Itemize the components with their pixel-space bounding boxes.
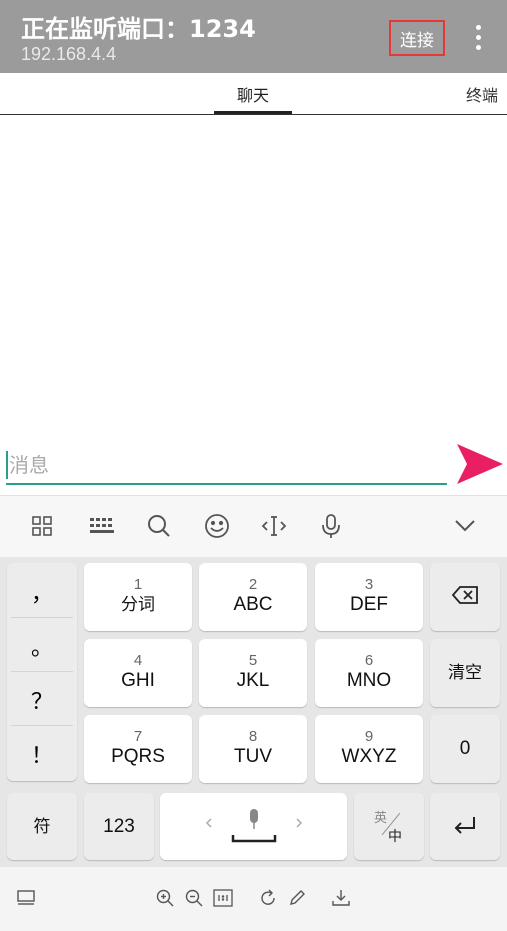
symbol-key[interactable]: 符 xyxy=(7,793,77,860)
tab-chat[interactable]: 聊天 xyxy=(214,73,292,114)
message-input[interactable] xyxy=(9,450,439,480)
backspace-key[interactable] xyxy=(430,563,500,631)
emoji-icon[interactable] xyxy=(199,508,235,544)
search-icon[interactable] xyxy=(141,508,177,544)
punctuation-column: ， 。 ？ ！ xyxy=(7,563,77,781)
collapse-icon[interactable] xyxy=(447,508,483,544)
chat-area xyxy=(0,115,507,495)
download-icon[interactable] xyxy=(331,888,351,908)
key-0[interactable]: 0 xyxy=(430,715,500,783)
key-2[interactable]: 2 ABC xyxy=(199,563,307,631)
tab-indicator xyxy=(214,111,292,114)
zoom-out-icon[interactable] xyxy=(184,888,204,908)
keyboard-toolbar xyxy=(0,495,507,558)
language-switch-key[interactable]: 英 中 xyxy=(354,793,424,860)
key-6[interactable]: 6 MNO xyxy=(315,639,423,707)
bottom-toolbar xyxy=(0,867,507,931)
keyboard-icon[interactable] xyxy=(84,508,120,544)
tab-bar: 聊天 终端 xyxy=(0,73,507,115)
clear-key[interactable]: 清空 xyxy=(430,639,500,707)
ip-address: 192.168.4.4 xyxy=(21,44,117,64)
space-key[interactable] xyxy=(160,793,347,860)
key-period[interactable]: 。 xyxy=(7,619,77,673)
key-comma[interactable]: ， xyxy=(7,565,77,619)
edit-icon[interactable] xyxy=(287,888,307,908)
key-4[interactable]: 4 GHI xyxy=(84,639,192,707)
grid-icon[interactable] xyxy=(24,508,60,544)
actual-size-icon[interactable] xyxy=(212,888,234,908)
connect-button[interactable]: 连接 xyxy=(389,20,445,56)
key-7[interactable]: 7 PQRS xyxy=(84,715,192,783)
rotate-icon[interactable] xyxy=(258,888,278,908)
overflow-menu-icon[interactable] xyxy=(468,22,488,52)
numeric-key[interactable]: 123 xyxy=(84,793,154,860)
cursor-move-icon[interactable] xyxy=(256,508,292,544)
key-3[interactable]: 3 DEF xyxy=(315,563,423,631)
key-question[interactable]: ？ xyxy=(7,673,77,727)
key-1[interactable]: 1 分词 xyxy=(84,563,192,631)
tab-terminal-label: 终端 xyxy=(466,85,499,105)
tab-chat-label: 聊天 xyxy=(236,85,269,105)
send-icon[interactable] xyxy=(455,444,503,484)
backspace-icon xyxy=(451,585,479,609)
tab-terminal[interactable]: 终端 xyxy=(466,73,507,114)
page-title: 正在监听端口：1234 xyxy=(21,15,256,43)
zoom-in-icon[interactable] xyxy=(155,888,175,908)
space-mic-icon xyxy=(205,808,302,842)
key-exclamation[interactable]: ！ xyxy=(7,727,77,781)
message-underline xyxy=(6,483,447,485)
key-9[interactable]: 9 WXYZ xyxy=(315,715,423,783)
enter-icon xyxy=(452,815,478,839)
screen-icon[interactable] xyxy=(16,888,36,908)
enter-key[interactable] xyxy=(430,793,500,860)
microphone-icon[interactable] xyxy=(313,508,349,544)
key-8[interactable]: 8 TUV xyxy=(199,715,307,783)
key-5[interactable]: 5 JKL xyxy=(199,639,307,707)
text-cursor xyxy=(6,451,8,479)
